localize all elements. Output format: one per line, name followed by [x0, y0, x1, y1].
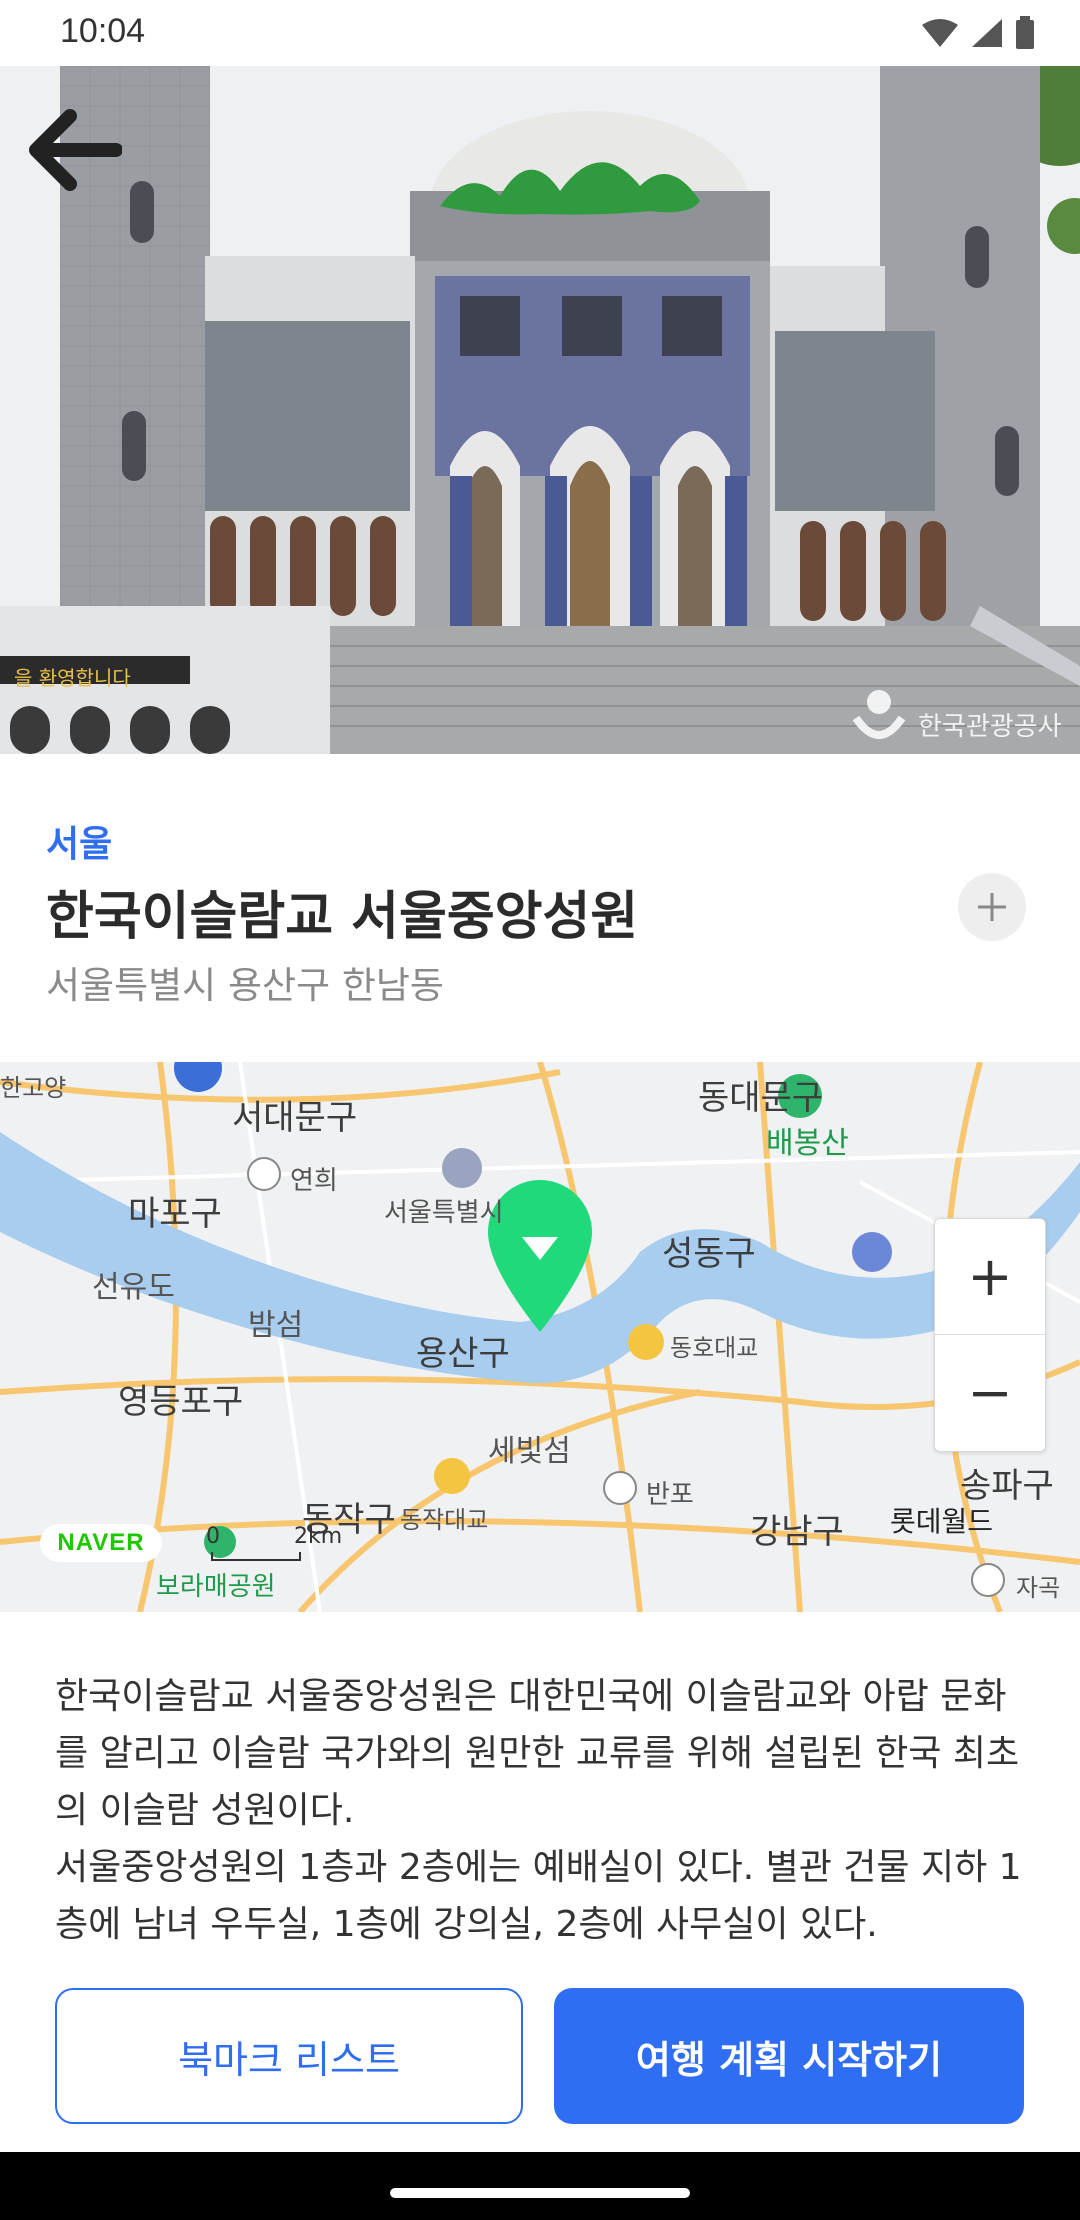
hero-image: 을 환영합니다 한국관광공사: [0, 66, 1080, 754]
description-paragraph-1: 한국이슬람교 서울중앙성원은 대한민국에 이슬람교와 아랍 문화를 알리고 이슬…: [55, 1676, 1020, 1831]
map-label-yeongdeungpo: 영등포구: [118, 1382, 244, 1422]
description-paragraph-2: 서울중앙성원의 1층과 2층에는 예배실이 있다. 별관 건물 지하 1층에 남…: [55, 1847, 1022, 1945]
map-label-yongsan: 용산구: [416, 1334, 510, 1374]
map-label-seonyudo: 선유도: [92, 1270, 175, 1305]
wifi-icon: [922, 19, 958, 47]
system-nav-bar: [0, 2152, 1080, 2220]
map-label-lotteworld: 롯데월드: [890, 1505, 994, 1538]
map-label-dongdaemun: 동대문구: [698, 1078, 824, 1118]
battery-icon: [1016, 16, 1034, 49]
map-label-mapo: 마포구: [128, 1194, 222, 1234]
map-scale: 2km: [294, 1524, 343, 1549]
watermark: 한국관광공사: [918, 712, 1062, 742]
map-label-bamseom: 밤섬: [248, 1308, 304, 1343]
back-button[interactable]: [26, 108, 123, 192]
map-label-seodaemun: 서대문구: [232, 1098, 358, 1138]
watermark-logo-icon: [852, 690, 906, 739]
start-trip-plan-button[interactable]: 여행 계획 시작하기: [554, 1988, 1024, 2124]
region-label: 서울: [46, 824, 113, 865]
map-label-dongjak-bridge: 동작대교: [400, 1506, 489, 1534]
place-address: 서울특별시 용산구 한남동: [46, 964, 444, 1007]
place-title: 한국이슬람교 서울중앙성원: [46, 887, 639, 947]
map-label-dongho-bridge: 동호대교: [670, 1334, 759, 1362]
plus-icon: [978, 893, 1006, 921]
map-label-sebitseom: 세빛섬: [488, 1434, 571, 1469]
arrow-left-icon: [29, 109, 123, 191]
status-bar: 10:04: [0, 0, 1080, 66]
zoom-out-button[interactable]: −: [935, 1335, 1045, 1450]
naver-logo[interactable]: NAVER: [40, 1524, 162, 1562]
map-scale-zero: 0: [206, 1524, 220, 1549]
map-label-seongdong: 성동구: [662, 1234, 756, 1274]
mosque-photo: [0, 66, 1080, 754]
home-indicator[interactable]: [390, 2188, 690, 2198]
map-label-yeonhui: 연희: [290, 1166, 338, 1196]
bookmark-list-button[interactable]: 북마크 리스트: [55, 1988, 523, 2124]
map-label-gangnam: 강남구: [750, 1512, 844, 1552]
zoom-in-button[interactable]: +: [935, 1219, 1045, 1335]
status-icons: [920, 16, 1036, 50]
map-label-boramae: 보라매공원: [156, 1572, 276, 1602]
map-label-banpo: 반포: [646, 1480, 694, 1510]
map-label-goyang: 한고양: [0, 1074, 67, 1102]
hero-sign-text: 을 환영합니다: [14, 666, 131, 690]
signal-icon: [972, 19, 1002, 47]
add-button[interactable]: [958, 873, 1026, 941]
map-label-seoul: 서울특별시: [384, 1198, 504, 1228]
status-time: 10:04: [60, 12, 146, 50]
zoom-control: + −: [934, 1218, 1046, 1452]
map-label-baebongsan: 배봉산: [766, 1126, 849, 1161]
description: 한국이슬람교 서울중앙성원은 대한민국에 이슬람교와 아랍 문화를 알리고 이슬…: [55, 1668, 1030, 1958]
map-label-jagok: 자곡: [1016, 1574, 1061, 1602]
